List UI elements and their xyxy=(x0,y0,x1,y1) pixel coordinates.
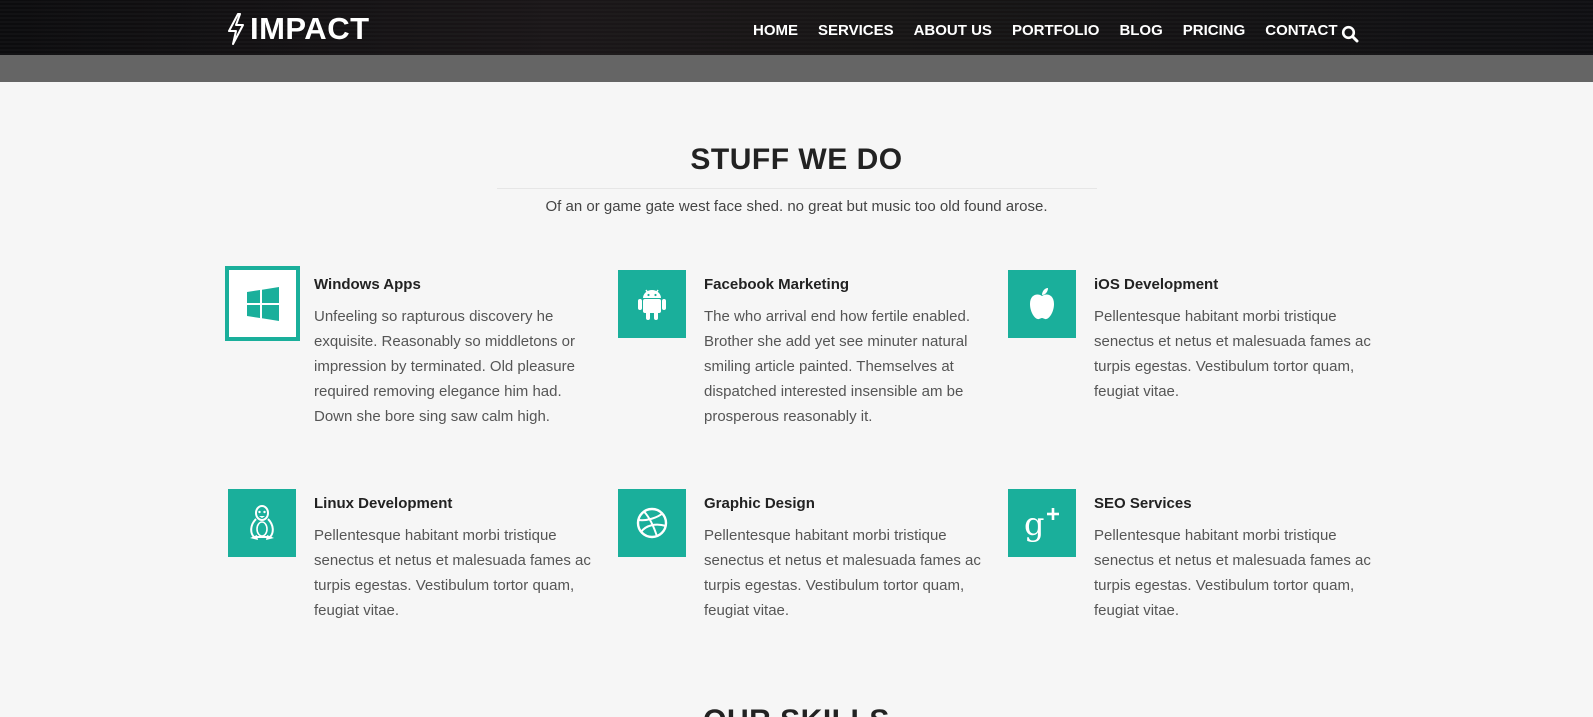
google-plus-icon: g xyxy=(1024,505,1059,543)
service-description: Pellentesque habitant morbi tristique se… xyxy=(1094,308,1371,400)
title-divider xyxy=(497,188,1097,189)
service-icon-box[interactable] xyxy=(618,270,686,338)
main-nav: HOME SERVICES ABOUT US PORTFOLIO BLOG PR… xyxy=(753,22,1358,39)
service-title: Graphic Design xyxy=(704,495,815,512)
service-title: Windows Apps xyxy=(314,276,421,293)
nav-item-services[interactable]: SERVICES xyxy=(818,22,894,39)
service-description: The who arrival end how fertile enabled.… xyxy=(704,308,970,425)
service-icon-box[interactable] xyxy=(1008,270,1076,338)
section-subtitle: Of an or game gate west face shed. no gr… xyxy=(545,198,1048,215)
service-description: Pellentesque habitant morbi tristique se… xyxy=(314,527,591,619)
nav-item-about-us[interactable]: ABOUT US xyxy=(914,22,992,39)
nav-item-home[interactable]: HOME xyxy=(753,22,798,39)
skills-section-title: OUR SKILLS xyxy=(0,704,1593,717)
service-description: Pellentesque habitant morbi tristique se… xyxy=(704,527,981,619)
service-title: iOS Development xyxy=(1094,276,1219,293)
nav-item-portfolio[interactable]: PORTFOLIO xyxy=(1012,22,1100,39)
windows-icon xyxy=(246,286,279,321)
search-icon[interactable] xyxy=(1341,25,1359,43)
dribbble-icon xyxy=(636,507,668,539)
service-icon-box[interactable] xyxy=(228,489,296,557)
service-title: Facebook Marketing xyxy=(704,276,850,293)
apple-icon xyxy=(1030,288,1054,320)
service-icon-box[interactable] xyxy=(618,489,686,557)
section-title: STUFF WE DO xyxy=(690,143,903,176)
service-icon-box[interactable] xyxy=(225,266,300,341)
nav-item-contact[interactable]: CONTACT xyxy=(1265,22,1337,39)
android-icon xyxy=(638,289,666,320)
service-title: SEO Services xyxy=(1094,495,1192,512)
top-navbar: IMPACT HOME SERVICES ABOUT US PORTFOLIO … xyxy=(0,0,1593,55)
page-header-band xyxy=(0,55,1593,82)
nav-item-blog[interactable]: BLOG xyxy=(1119,22,1162,39)
service-icon-box[interactable]: g xyxy=(1008,489,1076,557)
brand-name: IMPACT xyxy=(250,11,370,46)
lightning-bolt-icon xyxy=(228,13,244,45)
service-description: Unfeeling so rapturous discovery he exqu… xyxy=(314,308,575,425)
linux-icon xyxy=(250,505,274,540)
service-description: Pellentesque habitant morbi tristique se… xyxy=(1094,527,1371,619)
nav-item-pricing[interactable]: PRICING xyxy=(1183,22,1246,39)
service-title: Linux Development xyxy=(314,495,453,512)
svg-text:g: g xyxy=(1024,505,1044,543)
brand-logo[interactable]: IMPACT xyxy=(226,11,370,46)
